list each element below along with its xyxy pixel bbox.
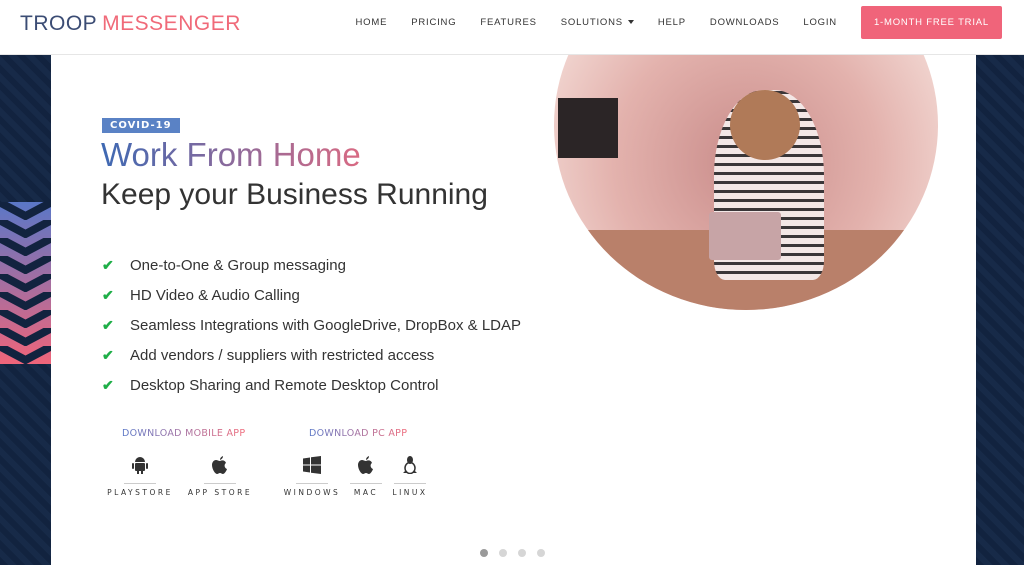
carousel-dots [480,549,545,557]
hero-title: Work From Home [101,136,361,173]
caret-down-icon [627,20,634,25]
nav-login[interactable]: LOGIN [803,17,837,28]
feature-item: ✔ Desktop Sharing and Remote Desktop Cont… [102,376,439,394]
appstore-link[interactable]: APP STORE [185,452,255,497]
linux-link[interactable]: LINUX [391,452,429,497]
carousel-dot[interactable] [537,549,545,557]
header: TROOP MESSENGER HOME PRICING FEATURES SOL… [0,0,1024,55]
feature-item: ✔ Add vendors / suppliers with restricted… [102,346,435,364]
carousel-dot[interactable] [518,549,526,557]
carousel-dot[interactable] [499,549,507,557]
playstore-link[interactable]: PLAYSTORE [105,452,175,497]
nav-solutions[interactable]: SOLUTIONS [561,17,634,28]
check-icon: ✔ [102,286,114,303]
check-icon: ✔ [102,316,114,333]
feature-item: ✔ One-to-One & Group messaging [102,256,346,274]
check-icon: ✔ [102,256,114,273]
feature-item: ✔ Seamless Integrations with GoogleDrive,… [102,316,522,334]
logo[interactable]: TROOP MESSENGER [20,12,241,36]
hero-subtitle: Keep your Business Running [101,178,488,211]
feature-list: ✔ One-to-One & Group messaging ✔ HD Video … [102,250,521,400]
right-pattern-panel [976,55,1024,565]
linux-icon [391,452,429,478]
mac-link[interactable]: MAC [350,452,382,497]
chevron-pattern [0,202,51,364]
check-icon: ✔ [102,376,114,393]
feature-item: ✔ HD Video & Audio Calling [102,286,300,304]
apple-icon [350,452,382,478]
download-mobile-title: DOWNLOAD MOBILE APP [122,428,246,439]
windows-icon [283,452,341,478]
nav-help[interactable]: HELP [658,17,686,28]
free-trial-button[interactable]: 1-MONTH FREE TRIAL [860,6,1002,39]
nav-downloads[interactable]: DOWNLOADS [710,17,779,28]
covid-badge: COVID-19 [102,118,180,133]
nav-home[interactable]: HOME [356,17,388,28]
download-pc-title: DOWNLOAD PC APP [309,428,408,439]
check-icon: ✔ [102,346,114,363]
carousel-dot[interactable] [480,549,488,557]
android-icon [105,452,175,478]
nav-features[interactable]: FEATURES [480,17,536,28]
nav-pricing[interactable]: PRICING [411,17,456,28]
apple-icon [185,452,255,478]
main-nav: HOME PRICING FEATURES SOLUTIONS HELP DOW… [356,0,1024,45]
windows-link[interactable]: WINDOWS [283,452,341,497]
